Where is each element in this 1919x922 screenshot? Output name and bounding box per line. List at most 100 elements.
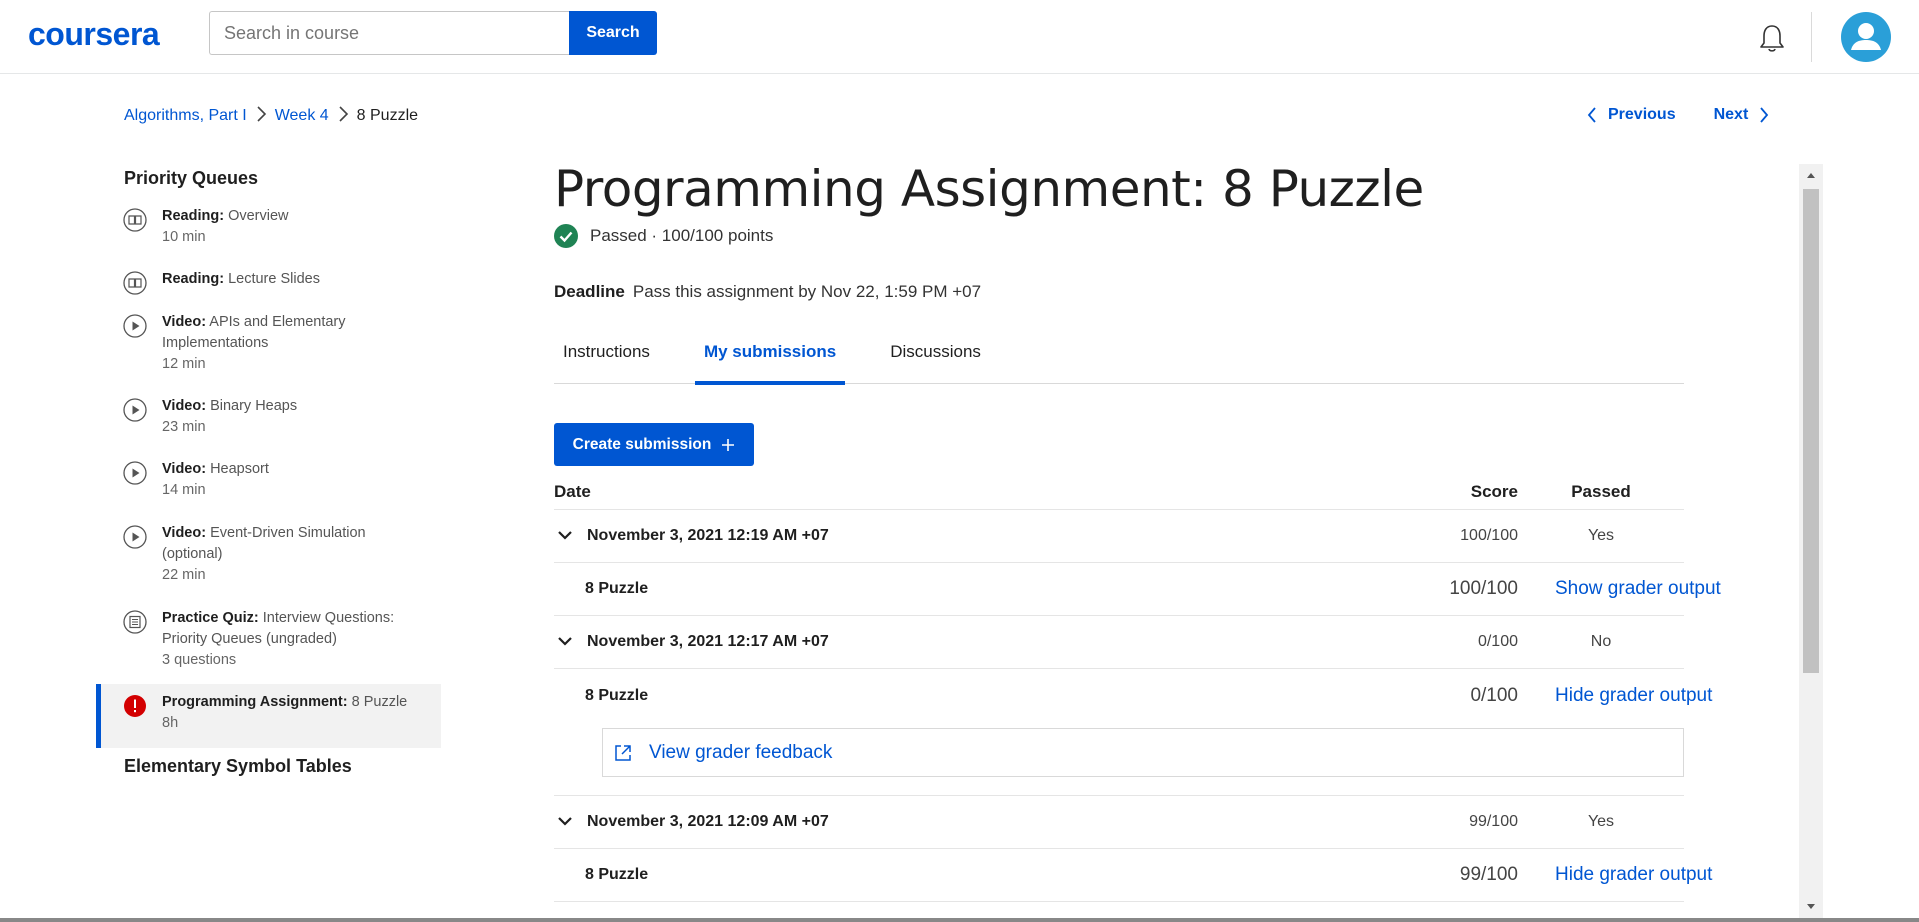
external-link-icon (615, 744, 631, 761)
sidebar-item-lecture-slides[interactable]: Reading: Lecture Slides (96, 261, 441, 304)
breadcrumb-course[interactable]: Algorithms, Part I (124, 107, 247, 125)
tab-bar: Instructions My submissions Discussions (554, 332, 1684, 385)
table-row: 8 Puzzle 0/100 Hide grader output (554, 669, 1712, 722)
previous-button[interactable]: Previous (1586, 106, 1676, 124)
hide-grader-output-link[interactable]: Hide grader output (1518, 864, 1712, 886)
scrollbar[interactable] (1799, 164, 1823, 918)
tab-discussions[interactable]: Discussions (881, 332, 990, 384)
item-title: Heapsort (210, 461, 269, 477)
sidebar-item-practice-quiz[interactable]: Practice Quiz: Interview Questions: Prio… (96, 600, 441, 684)
hide-grader-output-link[interactable]: Hide grader output (1518, 685, 1712, 707)
search-input[interactable] (209, 11, 570, 55)
item-title: Overview (228, 208, 289, 224)
quiz-icon (123, 610, 147, 634)
part-score: 100/100 (1449, 578, 1518, 599)
item-meta: 14 min (162, 482, 206, 498)
search-button[interactable]: Search (569, 11, 657, 55)
breadcrumb: Algorithms, Part I Week 4 8 Puzzle (124, 104, 418, 128)
item-type: Programming Assignment: (162, 694, 348, 710)
section-title[interactable]: Priority Queues (96, 168, 441, 189)
chevron-down-icon[interactable] (556, 526, 587, 546)
submissions-table: Date Score Passed November 3, 2021 12:19… (554, 482, 1721, 902)
bell-icon[interactable] (1756, 22, 1788, 54)
view-grader-feedback-link[interactable]: View grader feedback (649, 742, 832, 764)
deadline-label: Deadline (554, 282, 625, 301)
breadcrumb-current: 8 Puzzle (356, 107, 419, 124)
chevron-down-icon[interactable] (556, 632, 587, 652)
item-meta: 8h (162, 715, 179, 731)
play-icon (123, 398, 147, 422)
item-type: Practice Quiz: (162, 610, 259, 626)
submission-score: 0/100 (1477, 633, 1518, 650)
show-grader-output-link[interactable]: Show grader output (1518, 578, 1721, 600)
scroll-thumb[interactable] (1803, 189, 1819, 673)
submission-date: November 3, 2021 12:09 AM +07 (587, 813, 829, 830)
header-date: Date (554, 482, 591, 501)
avatar[interactable] (1841, 12, 1891, 62)
coursera-logo[interactable]: coursera (28, 16, 160, 53)
section-title-next[interactable]: Elementary Symbol Tables (96, 756, 441, 777)
chevron-right-icon (247, 105, 275, 127)
table-row[interactable]: November 3, 2021 12:19 AM +07 100/100 Ye… (554, 510, 1684, 563)
submission-score: 99/100 (1469, 813, 1518, 830)
book-icon (123, 208, 147, 232)
item-meta: 23 min (162, 419, 206, 435)
item-meta: 22 min (162, 567, 206, 583)
alert-icon (124, 695, 146, 717)
header-passed: Passed (1571, 482, 1631, 501)
sidebar-item-event-driven-simulation[interactable]: Video: Event-Driven Simulation (optional… (96, 515, 441, 600)
next-button[interactable]: Next (1714, 106, 1771, 124)
submission-date: November 3, 2021 12:19 AM +07 (587, 527, 829, 544)
sidebar-item-8-puzzle[interactable]: Programming Assignment: 8 Puzzle 8h (96, 684, 441, 748)
course-sidebar: Priority Queues Reading: Overview 10 min… (96, 168, 441, 777)
sidebar-item-apis[interactable]: Video: APIs and Elementary Implementatio… (96, 304, 441, 388)
tab-instructions[interactable]: Instructions (554, 332, 659, 384)
submission-passed: Yes (1587, 813, 1615, 830)
part-name: 8 Puzzle (585, 866, 649, 883)
chevron-down-icon[interactable] (556, 812, 587, 832)
page-title: Programming Assignment: 8 Puzzle (554, 160, 1424, 218)
table-row: 8 Puzzle 100/100 Show grader output (554, 563, 1721, 616)
sidebar-item-binary-heaps[interactable]: Video: Binary Heaps 23 min (96, 388, 441, 451)
item-type: Video: (162, 314, 207, 330)
create-submission-label: Create submission (572, 435, 712, 453)
scroll-down-arrow-icon[interactable] (1799, 896, 1823, 918)
chevron-right-icon (1760, 107, 1769, 123)
item-meta: 10 min (162, 229, 206, 245)
create-submission-button[interactable]: Create submission (554, 423, 754, 466)
breadcrumb-week[interactable]: Week 4 (275, 107, 329, 125)
tab-my-submissions[interactable]: My submissions (694, 332, 846, 385)
main-content: Programming Assignment: 8 Puzzle Passed … (554, 160, 1721, 902)
check-circle-icon (554, 224, 578, 248)
item-type: Reading: (162, 208, 225, 224)
submission-passed: No (1590, 633, 1612, 650)
item-title: 8 Puzzle (351, 694, 408, 710)
item-type: Reading: (162, 271, 225, 287)
grader-feedback-box: View grader feedback (602, 728, 1684, 777)
item-navigation: Previous Next (1586, 106, 1770, 124)
table-row[interactable]: November 3, 2021 12:09 AM +07 99/100 Yes (554, 796, 1684, 849)
part-name: 8 Puzzle (585, 686, 649, 704)
previous-label: Previous (1608, 106, 1676, 123)
item-type: Video: (162, 461, 207, 477)
part-name: 8 Puzzle (585, 580, 649, 597)
status-row: Passed · 100/100 points (554, 224, 1684, 248)
header-divider (1811, 12, 1812, 62)
sidebar-item-overview[interactable]: Reading: Overview 10 min (96, 198, 441, 261)
play-icon (123, 525, 147, 549)
header-score: Score (1470, 482, 1518, 501)
table-header: Date Score Passed (554, 482, 1684, 510)
play-icon (123, 314, 147, 338)
submission-score: 100/100 (1460, 527, 1518, 544)
chevron-right-icon (329, 105, 357, 127)
grader-output-panel: View grader feedback (554, 722, 1684, 796)
item-type: Video: (162, 398, 207, 414)
status-text: Passed · 100/100 points (590, 226, 774, 245)
plus-icon (722, 438, 735, 451)
item-type: Video: (162, 525, 207, 541)
table-row[interactable]: November 3, 2021 12:17 AM +07 0/100 No (554, 616, 1684, 669)
scroll-up-arrow-icon[interactable] (1799, 164, 1823, 186)
deadline-row: Deadline Pass this assignment by Nov 22, … (554, 282, 1684, 302)
submission-date: November 3, 2021 12:17 AM +07 (587, 633, 829, 650)
sidebar-item-heapsort[interactable]: Video: Heapsort 14 min (96, 451, 441, 515)
